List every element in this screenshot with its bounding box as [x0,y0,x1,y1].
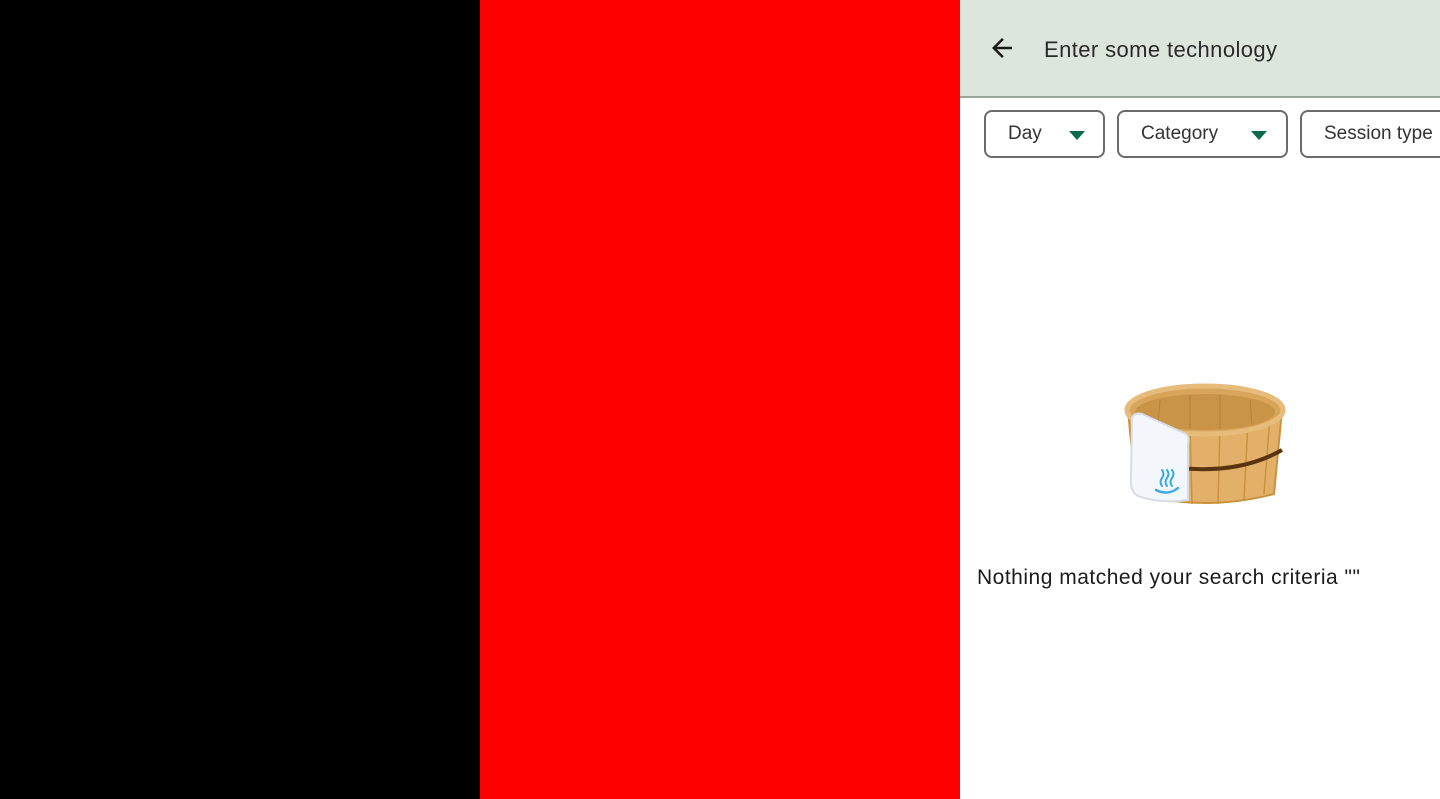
day-filter-label: Day [1008,123,1042,144]
dropdown-caret-icon [1069,131,1085,140]
day-filter-chip[interactable]: Day [984,110,1105,158]
category-filter-label: Category [1141,123,1219,144]
arrow-back-icon [992,38,1012,58]
session-type-filter-chip[interactable]: Session type [1300,110,1440,158]
empty-state-message: Nothing matched your search criteria "" [977,566,1361,589]
empty-bucket-illustration [1124,383,1286,505]
search-pane: Day Category Session type [960,0,1440,799]
left-black-panel [0,0,480,799]
dropdown-caret-icon [1251,131,1267,140]
back-button[interactable] [982,28,1022,68]
category-filter-chip[interactable]: Category [1117,110,1288,158]
session-type-filter-label: Session type [1324,123,1433,144]
middle-red-panel [480,0,960,799]
search-top-bar [960,0,1440,98]
search-input[interactable] [1044,28,1424,72]
